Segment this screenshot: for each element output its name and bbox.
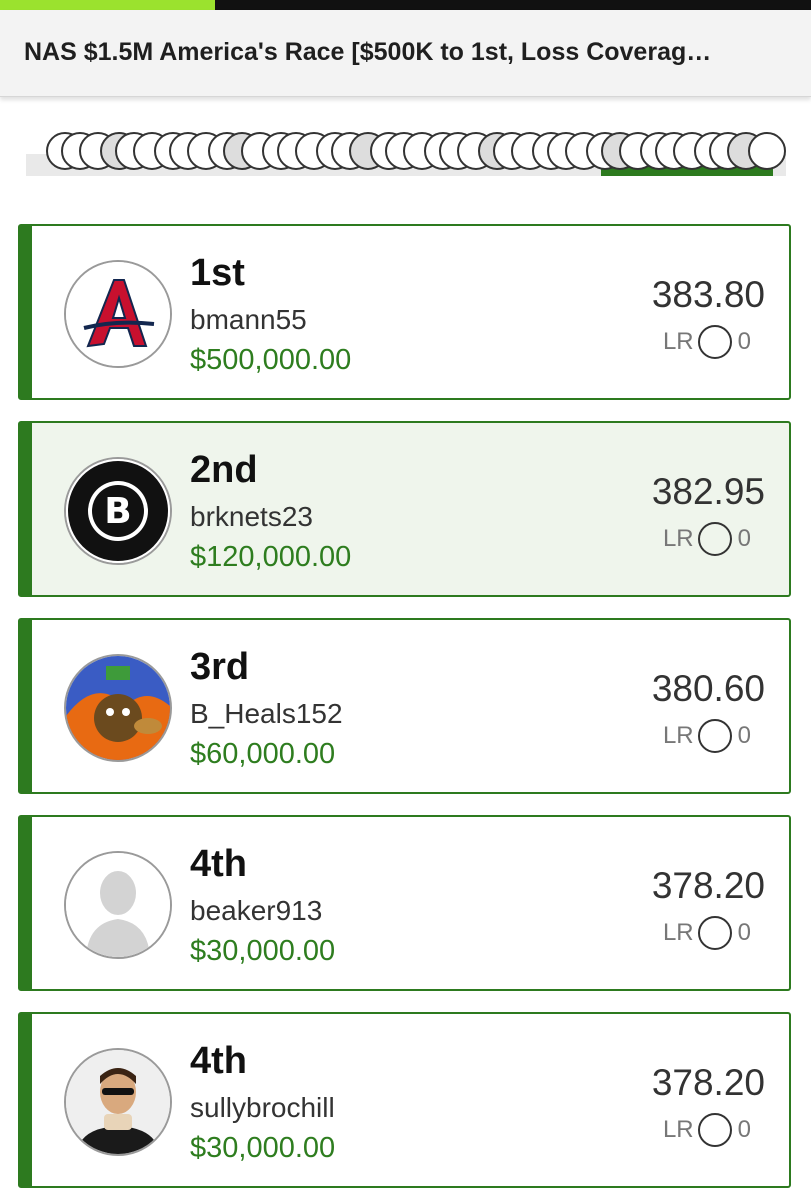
lr-label: LR [662, 722, 694, 749]
prize-amount: $30,000.00 [190, 935, 336, 967]
lr-circle-icon [697, 522, 732, 556]
leaderboard-row[interactable]: 1st bmann55 $500,000.00 383.80 LR 0 [18, 224, 791, 400]
cartoon-avatar-icon [66, 656, 170, 760]
username[interactable]: brknets23 [190, 501, 313, 533]
entrant-mini-avatar[interactable] [748, 132, 786, 170]
lr-value: 0 [737, 525, 751, 552]
lr-label: LR [662, 525, 694, 552]
team-avatar [64, 851, 172, 959]
score: 380.60 [651, 668, 765, 709]
rank-label: 3rd [190, 646, 250, 688]
lr-indicator: LR 0 [663, 913, 751, 953]
prize-amount: $60,000.00 [190, 738, 336, 770]
team-avatar [64, 1048, 172, 1156]
prize-amount: $120,000.00 [190, 541, 352, 573]
lr-value: 0 [737, 328, 751, 355]
lr-indicator: LR 0 [663, 322, 751, 362]
username[interactable]: B_Heals152 [190, 698, 343, 730]
entrants-avatar-strip[interactable] [26, 128, 786, 178]
top-progress-fill [0, 0, 215, 10]
lr-indicator: LR 0 [663, 1110, 751, 1150]
leaderboard-row[interactable]: B 2nd brknets23 $120,000.00 382.95 LR 0 [18, 421, 791, 597]
lr-value: 0 [737, 919, 751, 946]
lr-label: LR [662, 328, 694, 355]
score: 382.95 [651, 471, 765, 512]
lr-circle-icon [697, 916, 732, 950]
lr-indicator: LR 0 [663, 716, 751, 756]
photo-avatar-icon [66, 1050, 170, 1154]
rank-label: 2nd [190, 449, 258, 491]
rank-label: 4th [190, 843, 247, 885]
rank-label: 1st [190, 252, 245, 294]
lr-circle-icon [697, 1113, 732, 1147]
team-avatar: B [64, 457, 172, 565]
username[interactable]: bmann55 [190, 304, 307, 336]
username[interactable]: beaker913 [190, 895, 322, 927]
score: 378.20 [651, 865, 765, 906]
title-bar: NAS $1.5M America's Race [$500K to 1st, … [0, 10, 811, 97]
leaderboard-row[interactable]: 3rd B_Heals152 $60,000.00 380.60 LR 0 [18, 618, 791, 794]
rank-label: 4th [190, 1040, 247, 1082]
lr-indicator: LR 0 [663, 519, 751, 559]
lr-value: 0 [737, 722, 751, 749]
leaderboard-row[interactable]: 4th beaker913 $30,000.00 378.20 LR 0 [18, 815, 791, 991]
contest-title[interactable]: NAS $1.5M America's Race [$500K to 1st, … [24, 38, 794, 67]
top-progress-bar [0, 0, 811, 10]
lr-circle-icon [697, 325, 732, 359]
lr-label: LR [662, 1116, 694, 1143]
svg-text:B: B [104, 491, 131, 532]
default-user-silhouette-icon [66, 853, 170, 957]
username[interactable]: sullybrochill [190, 1092, 335, 1124]
braves-a-logo-icon [66, 262, 170, 366]
lr-value: 0 [737, 1116, 751, 1143]
lr-label: LR [662, 919, 694, 946]
brooklyn-nets-logo-icon: B [66, 459, 170, 563]
leaderboard-row[interactable]: 4th sullybrochill $30,000.00 378.20 LR 0 [18, 1012, 791, 1188]
score: 383.80 [651, 274, 765, 315]
prize-amount: $500,000.00 [190, 344, 352, 376]
score: 378.20 [651, 1062, 765, 1103]
team-avatar [64, 654, 172, 762]
lr-circle-icon [697, 719, 732, 753]
team-avatar [64, 260, 172, 368]
prize-amount: $30,000.00 [190, 1132, 336, 1164]
